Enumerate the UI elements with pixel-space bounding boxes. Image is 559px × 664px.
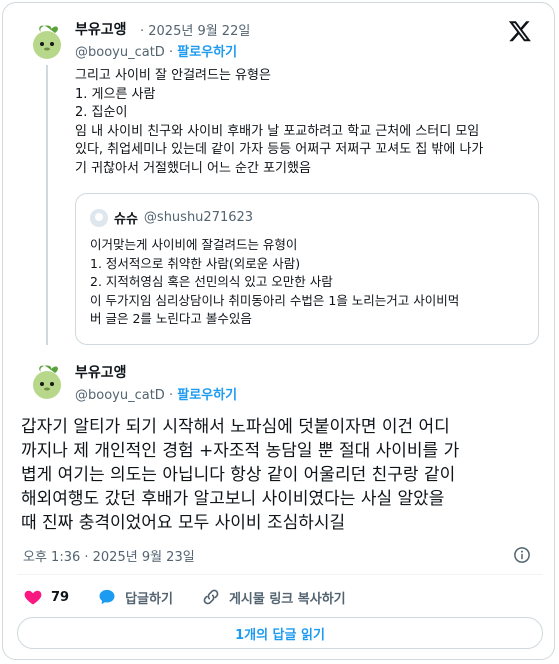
x-logo-icon[interactable] — [508, 19, 532, 43]
like-button[interactable]: 79 — [23, 587, 69, 607]
handle-line: @booyu_catD · 팔로우하기 — [75, 45, 238, 60]
quote-text: 이거맞는게 사이비에 잘걸려드는 유형이 1. 정서적으로 취약한 사람(외로운… — [90, 236, 459, 329]
quote-avatar — [90, 208, 108, 227]
post-line: 2. 집순이 — [75, 105, 128, 120]
heart-icon — [24, 590, 42, 605]
author-name[interactable]: 부유고앵 — [75, 362, 127, 382]
post-line: 기 귀찮아서 거절했더니 어느 순간 포기했음 — [75, 160, 311, 176]
quote-line: 이 두가지임 심리상담이나 취미동아리 수법은 1을 노리는거고 사이비먹 — [90, 292, 460, 308]
quote-author-name: 슈슈 — [114, 212, 138, 227]
post-line: 볍게 여기는 의도는 아닙니다 항상 같이 어울리던 친구랑 같이 — [21, 465, 456, 485]
reply-label: 답글하기 — [125, 591, 173, 607]
post-line: 있다, 취업세미나 있는데 같이 가자 등등 어쩌구 저쩌구 꼬셔도 집 밖에 … — [75, 142, 484, 157]
divider — [17, 574, 543, 575]
author-handle[interactable]: @booyu_catD — [75, 45, 165, 60]
quoted-tweet[interactable]: 슈슈 @shushu271623 이거맞는게 사이비에 잘걸려드는 유형이 1.… — [75, 193, 539, 345]
post-line: 그리고 사이비 잘 안걸려드는 유형은 — [75, 68, 271, 83]
author-handle[interactable]: @booyu_catD — [75, 388, 165, 403]
tweet-card: 부유고앵 · 2025년 9월 22일 @booyu_catD · 팔로우하기 … — [2, 2, 555, 660]
post-timestamp[interactable]: 오후 1:36 · 2025년 9월 23일 — [23, 546, 195, 565]
copy-link-label: 게시물 링크 복사하기 — [228, 591, 346, 607]
thread-connector-line — [46, 65, 48, 345]
post-text: 그리고 사이비 잘 안걸려드는 유형은 1. 게으른 사람 2. 집순이 임 내… — [75, 67, 545, 178]
reply-button[interactable]: 답글하기 — [97, 587, 173, 607]
info-icon[interactable] — [513, 546, 531, 564]
quote-line: 2. 지적허영심 혹은 선민의식 있고 오만한 사람 — [90, 274, 333, 289]
post-line: 해외여행도 갔던 후배가 알고보니 사이비였다는 사실 알았을 — [21, 489, 445, 509]
follow-button[interactable]: 팔로우하기 — [177, 388, 237, 403]
author-name[interactable]: 부유고앵 — [75, 19, 127, 39]
read-replies-button[interactable]: 1개의 답글 읽기 — [17, 617, 543, 649]
post-line: 까지나 제 개인적인 경험 +자조적 농담일 뿐 절대 사이비를 가 — [21, 441, 460, 461]
avatar[interactable] — [25, 357, 69, 401]
post-line: 갑자기 알티가 되기 시작해서 노파심에 덧붙이자면 이건 어디 — [21, 417, 450, 437]
post-line: 임 내 사이비 친구와 사이비 후배가 날 포교하려고 학교 근처에 스터디 모… — [75, 123, 480, 139]
like-count: 79 — [51, 589, 70, 605]
quote-line: 1. 정서적으로 취약한 사람(외로운 사람) — [90, 255, 301, 271]
link-icon — [203, 589, 219, 605]
avatar[interactable] — [25, 17, 69, 61]
follow-button[interactable]: 팔로우하기 — [177, 45, 237, 60]
quote-header: 슈슈 @shushu271623 — [90, 208, 253, 227]
quote-author-handle: @shushu271623 — [143, 210, 254, 225]
post-date[interactable]: · 2025년 9월 22일 — [140, 20, 250, 39]
post-text: 갑자기 알티가 되기 시작해서 노파심에 덧붙이자면 이건 어디 까지나 제 개… — [21, 415, 539, 535]
action-bar: 79 답글하기 게시물 링크 복사하기 — [23, 586, 374, 608]
handle-line: @booyu_catD · 팔로우하기 — [75, 388, 238, 403]
post-line: 1. 게으른 사람 — [75, 86, 156, 102]
post-line: 때 진짜 충격이었어요 모두 사이비 조심하시길 — [21, 513, 346, 533]
quote-line: 이거맞는게 사이비에 잘걸려드는 유형이 — [90, 237, 298, 252]
quote-line: 버 글은 2를 노린다고 볼수있음 — [90, 311, 252, 326]
speech-bubble-icon — [99, 589, 115, 605]
copy-link-button[interactable]: 게시물 링크 복사하기 — [201, 587, 346, 607]
